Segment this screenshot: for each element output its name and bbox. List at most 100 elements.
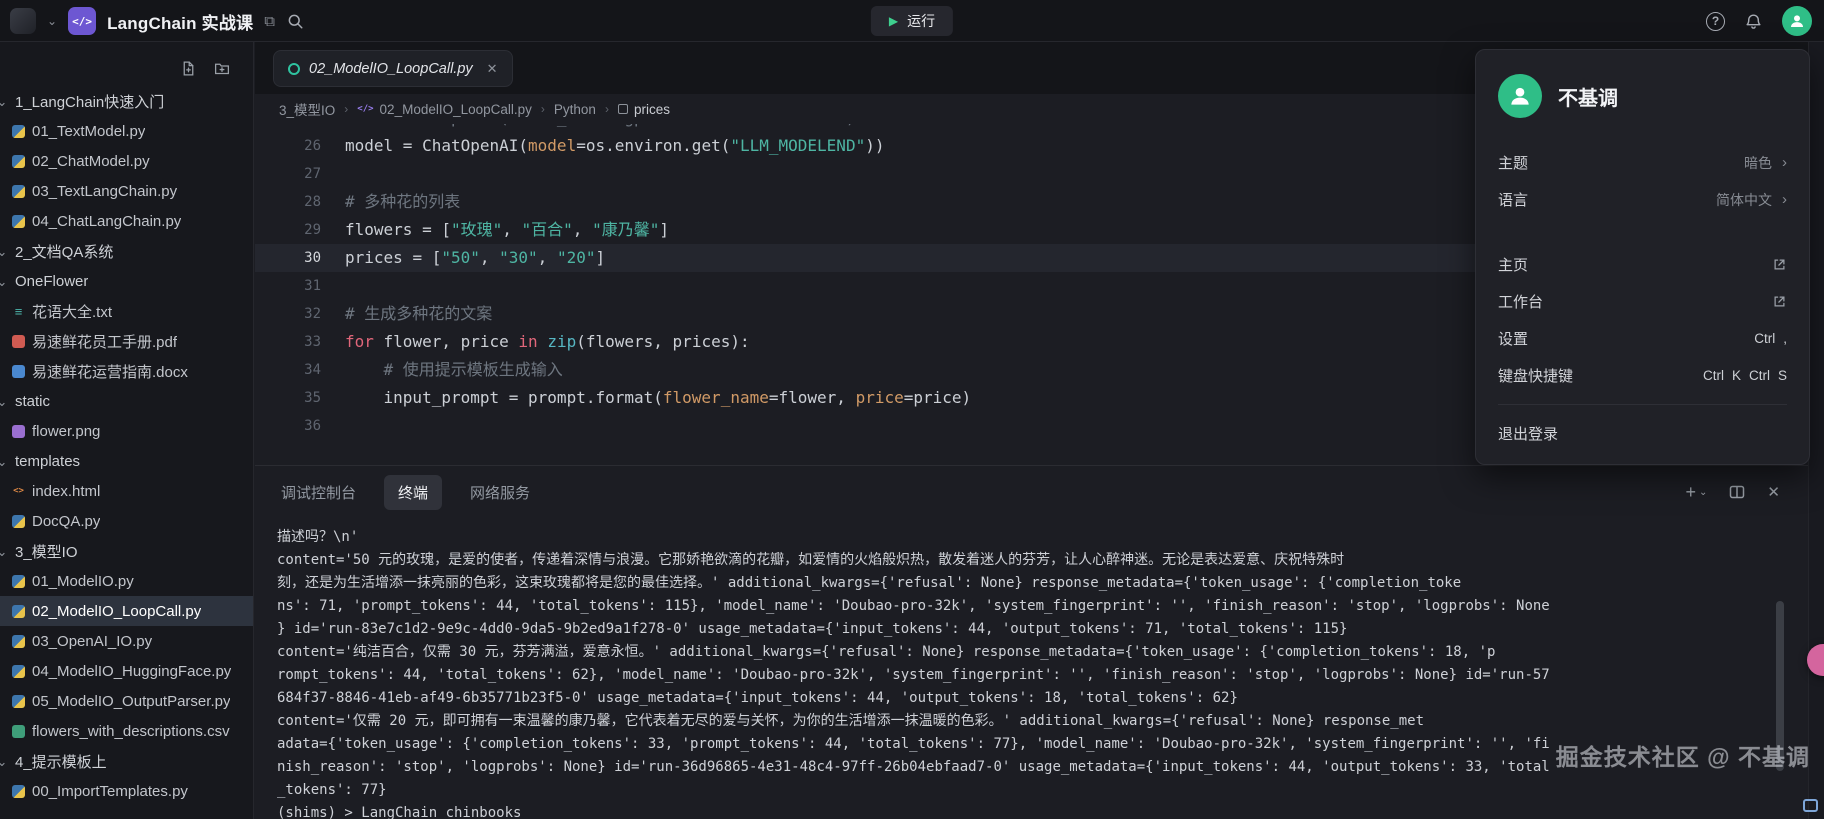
menu-item-home[interactable]: 主页 <box>1498 246 1787 283</box>
breadcrumb-separator: › <box>541 102 545 116</box>
code-token: = <box>576 136 586 155</box>
tree-item-file[interactable]: 03_OpenAI_IO.py <box>0 626 253 656</box>
editor-tab[interactable]: 02_ModelIO_LoopCall.py ✕ <box>273 50 513 87</box>
tree-item-file[interactable]: 易速鲜花运营指南.docx <box>0 356 253 386</box>
new-file-icon[interactable] <box>180 60 197 77</box>
shortcut-key: , <box>1783 331 1787 346</box>
panel-tab[interactable]: 终端 <box>384 475 442 510</box>
variable-symbol-icon <box>618 104 628 114</box>
terminal-line: (shims) > LangChain_chinbooks <box>277 802 1784 819</box>
panel-tab[interactable]: 网络服务 <box>456 475 544 510</box>
chevron-down-icon: ⌄ <box>1699 487 1707 498</box>
code-token: model <box>345 136 403 155</box>
tab-file-icon <box>288 63 300 75</box>
menu-item-theme[interactable]: 主题 暗色› <box>1498 144 1787 181</box>
tree-item-file[interactable]: 易速鲜花员工手册.pdf <box>0 326 253 356</box>
shortcut-keys: CtrlKCtrlS <box>1695 368 1787 383</box>
tree-item-file[interactable]: 02_ModelIO_LoopCall.py <box>0 596 253 626</box>
run-button[interactable]: ▶ 运行 <box>871 6 953 36</box>
tab-close-icon[interactable]: ✕ <box>487 61 498 77</box>
code-text: # 多种花的列表 <box>321 188 460 216</box>
new-folder-icon[interactable] <box>213 60 231 77</box>
terminal-line: _tokens': 77} <box>277 779 1784 802</box>
tree-item-folder[interactable]: ⌄static <box>0 386 253 416</box>
tree-item-label: 04_ModelIO_HuggingFace.py <box>32 663 231 680</box>
tree-item-label: templates <box>15 453 80 470</box>
tree-item-label: OneFlower <box>15 273 88 290</box>
menu-item-logout[interactable]: 退出登录 <box>1498 415 1787 452</box>
breadcrumb-item[interactable]: Python <box>554 102 596 117</box>
line-number: 30 <box>255 244 321 272</box>
tree-item-file[interactable]: 01_ModelIO.py <box>0 566 253 596</box>
new-terminal-button[interactable]: +⌄ <box>1686 482 1708 503</box>
code-token: price) <box>913 388 971 407</box>
code-token: "50" <box>441 248 480 267</box>
folder-chevron-icon: ⌄ <box>0 95 8 108</box>
tree-item-file[interactable]: flower.png <box>0 416 253 446</box>
project-switcher-icon[interactable]: ⧉ <box>264 13 275 30</box>
person-icon <box>1507 83 1533 109</box>
code-token: "玫瑰" <box>451 220 502 239</box>
breadcrumb-item[interactable]: prices <box>618 102 670 117</box>
tree-item-file[interactable]: 05_ModelIO_OutputParser.py <box>0 686 253 716</box>
tree-item-folder[interactable]: ⌄4_提示模板上 <box>0 746 253 776</box>
tree-item-label: static <box>15 393 50 410</box>
tree-item-folder[interactable]: ⌄3_模型IO <box>0 536 253 566</box>
code-token: flower_name <box>663 388 769 407</box>
external-link-icon <box>1772 257 1787 272</box>
panel-tab[interactable]: 调试控制台 <box>267 475 370 510</box>
terminal-line: rompt_tokens': 44, 'total_tokens': 62}, … <box>277 664 1784 687</box>
tree-item-file[interactable]: 04_ModelIO_HuggingFace.py <box>0 656 253 686</box>
breadcrumb-item[interactable]: 3_模型IO <box>279 99 335 119</box>
docx-file-icon <box>12 365 25 378</box>
code-token: "20" <box>557 248 596 267</box>
tree-item-file[interactable]: <>index.html <box>0 476 253 506</box>
py-file-icon <box>12 515 25 528</box>
line-number: 27 <box>255 160 321 188</box>
tree-item-file[interactable]: 03_TextLangChain.py <box>0 176 253 206</box>
tree-item-label: 易速鲜花员工手册.pdf <box>32 331 177 352</box>
code-text: prices = ["50", "30", "20"] <box>321 244 605 272</box>
tree-item-folder[interactable]: ⌄1_LangChain快速入门 <box>0 86 253 116</box>
tree-item-folder[interactable]: ⌄OneFlower <box>0 266 253 296</box>
help-icon[interactable]: ? <box>1706 12 1725 31</box>
terminal-output[interactable]: 描述吗？\n'content='50 元的玫瑰，是爱的使者，传递着深情与浪漫。它… <box>255 518 1784 819</box>
chevron-down-icon[interactable]: ⌄ <box>47 14 57 28</box>
tree-item-label: 03_TextLangChain.py <box>32 183 177 200</box>
py-file-icon <box>12 605 25 618</box>
tree-item-file[interactable]: 02_ChatModel.py <box>0 146 253 176</box>
code-token: flowers <box>345 220 422 239</box>
menu-item-label: 工作台 <box>1498 291 1543 312</box>
search-icon[interactable] <box>286 12 304 30</box>
code-token: model <box>528 136 576 155</box>
folder-chevron-icon: ⌄ <box>0 245 8 258</box>
menu-item-workbench[interactable]: 工作台 <box>1498 283 1787 320</box>
user-avatar[interactable] <box>1782 6 1812 36</box>
workspace-avatar[interactable] <box>10 8 36 34</box>
csv-file-icon <box>12 725 25 738</box>
code-text: # 生成多种花的文案 <box>321 300 492 328</box>
code-token: prices <box>345 248 412 267</box>
close-panel-icon[interactable]: ✕ <box>1767 483 1780 501</box>
menu-item-language[interactable]: 语言 简体中文› <box>1498 181 1787 218</box>
tree-item-folder[interactable]: ⌄ templates <box>0 446 253 476</box>
line-number: 36 <box>255 412 321 440</box>
tree-item-file[interactable]: ≡花语大全.txt <box>0 296 253 326</box>
sidebar-actions <box>180 60 231 77</box>
folder-chevron-icon: ⌄ <box>0 455 8 468</box>
code-token: , <box>502 220 521 239</box>
split-panel-icon[interactable] <box>1729 484 1745 500</box>
tree-item-file[interactable]: flowers_with_descriptions.csv <box>0 716 253 746</box>
tree-item-folder[interactable]: ⌄2_文档QA系统 <box>0 236 253 266</box>
tree-item-file[interactable]: 00_ImportTemplates.py <box>0 776 253 806</box>
tree-item-file[interactable]: DocQA.py <box>0 506 253 536</box>
breadcrumb-item[interactable]: </>02_ModelIO_LoopCall.py <box>357 102 532 117</box>
menu-item-keyboard-shortcuts[interactable]: 键盘快捷键 CtrlKCtrlS <box>1498 357 1787 394</box>
tree-item-file[interactable]: 04_ChatLangChain.py <box>0 206 253 236</box>
code-token: = [ <box>422 220 451 239</box>
tree-item-file[interactable]: 01_TextModel.py <box>0 116 253 146</box>
notifications-bell-icon[interactable] <box>1744 12 1763 31</box>
watermark: 掘金技术社区 @ 不基调 <box>1556 738 1810 772</box>
panel-toggle-icon[interactable] <box>1803 799 1818 812</box>
menu-item-settings[interactable]: 设置 Ctrl, <box>1498 320 1787 357</box>
